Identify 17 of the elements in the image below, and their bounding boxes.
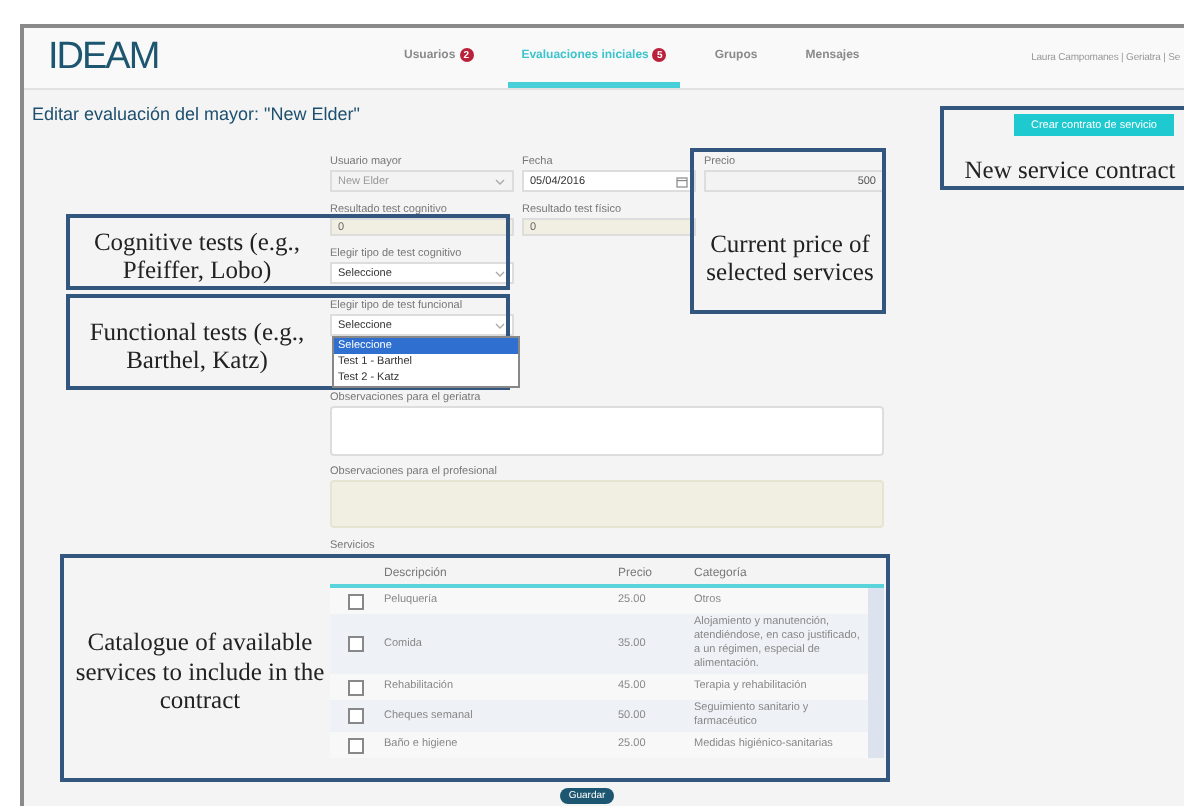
callout-text: Catalogue of available services to include in the contract (73, 626, 327, 719)
callout-text: Functional tests (e.g., Barthel, Katz) (87, 315, 307, 378)
page-title: Editar evaluación del mayor: "New Elder" (30, 102, 360, 124)
calendar-icon (676, 175, 688, 187)
checkbox[interactable] (348, 737, 364, 753)
chevron-down-icon (494, 267, 506, 279)
logo[interactable]: IDEAM (48, 36, 159, 80)
callout-text: Cognitive tests (e.g., Pfeiffer, Lobo) (91, 225, 303, 288)
scrollbar[interactable] (868, 588, 884, 758)
callout-text: New service contract (962, 154, 1178, 186)
checkbox[interactable] (348, 593, 364, 609)
chevron-down-icon (494, 175, 506, 187)
checkbox[interactable] (348, 636, 364, 652)
checkbox[interactable] (348, 708, 364, 724)
chevron-down-icon (494, 319, 506, 331)
checkbox[interactable] (348, 679, 364, 695)
callout-text: Current price of selected services (704, 227, 876, 290)
